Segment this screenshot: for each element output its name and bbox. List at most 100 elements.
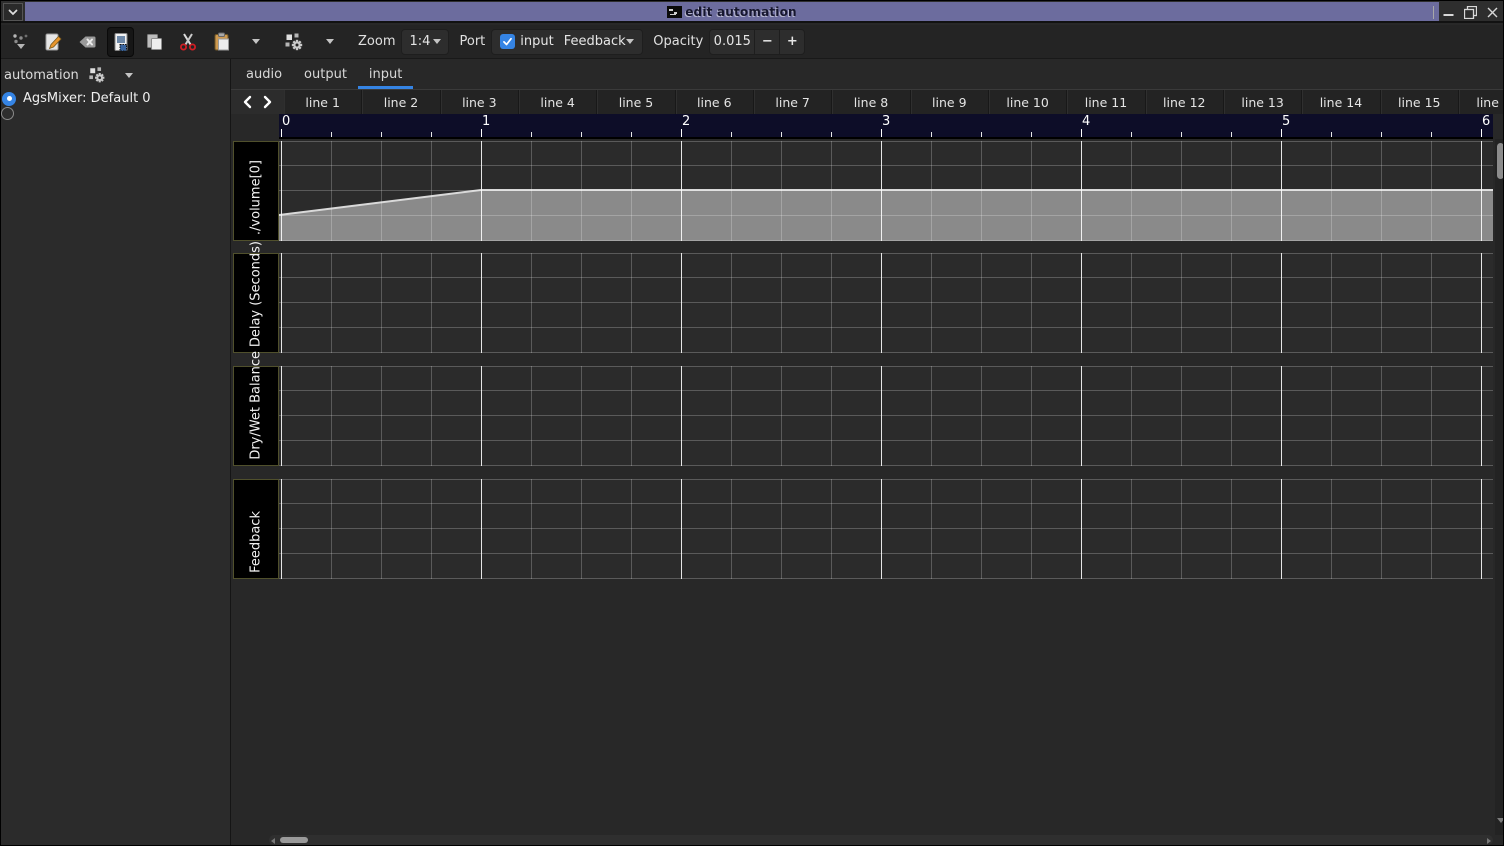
opacity-increase-button[interactable]: + bbox=[779, 30, 804, 54]
row-label-delay: Delay (Seconds) bbox=[233, 253, 279, 353]
maximize-button[interactable] bbox=[1463, 5, 1478, 20]
row-label-text: Delay (Seconds) bbox=[249, 241, 264, 347]
automation-row: Dry/Wet Balance bbox=[233, 366, 1493, 466]
tab-audio[interactable]: audio bbox=[235, 59, 293, 89]
line-header[interactable]: line 2 bbox=[362, 90, 440, 114]
machine-selector-icon[interactable] bbox=[88, 66, 106, 84]
automation-grid-volume[interactable] bbox=[279, 141, 1493, 241]
cut-tool-button[interactable] bbox=[176, 28, 200, 56]
machine-selector-dropdown[interactable] bbox=[125, 73, 133, 78]
eraser-icon bbox=[77, 32, 97, 52]
line-header[interactable]: line 13 bbox=[1224, 90, 1302, 114]
row-label-drywet: Dry/Wet Balance bbox=[233, 366, 279, 466]
line-header[interactable]: line 14 bbox=[1302, 90, 1380, 114]
paste-tool-button[interactable] bbox=[210, 28, 234, 56]
app-icon bbox=[667, 6, 682, 18]
pencil-edit-icon bbox=[43, 32, 63, 52]
line-header-label: line 8 bbox=[854, 95, 889, 110]
opacity-value[interactable]: 0.015 bbox=[710, 30, 754, 54]
select-tool-button[interactable] bbox=[107, 27, 134, 57]
scroll-left-arrow-icon[interactable] bbox=[271, 838, 275, 844]
line-header[interactable]: line 4 bbox=[519, 90, 597, 114]
tab-output[interactable]: output bbox=[293, 59, 358, 89]
vertical-scrollbar[interactable] bbox=[1495, 139, 1504, 835]
line-header[interactable]: line 7 bbox=[754, 90, 832, 114]
port-select[interactable]: input Feedback bbox=[491, 29, 643, 55]
line-header[interactable]: line 3 bbox=[441, 90, 519, 114]
line-header[interactable]: line 11 bbox=[1067, 90, 1145, 114]
machine-radio-row[interactable] bbox=[1, 106, 230, 121]
close-icon bbox=[1487, 7, 1498, 18]
zoom-label: Zoom bbox=[358, 34, 395, 49]
paste-options-dropdown[interactable] bbox=[244, 28, 268, 56]
close-button[interactable] bbox=[1485, 5, 1500, 20]
automation-title: automation bbox=[4, 68, 79, 83]
check-icon bbox=[502, 36, 513, 47]
window-controls bbox=[1433, 2, 1503, 22]
window-menu-button[interactable] bbox=[3, 3, 23, 21]
edit-tool-button[interactable] bbox=[41, 28, 65, 56]
scroll-right-arrow-icon[interactable] bbox=[1487, 838, 1491, 844]
line-header-label: line 6 bbox=[697, 95, 732, 110]
tab-input[interactable]: input bbox=[358, 59, 413, 89]
position-tool-button[interactable] bbox=[9, 28, 33, 56]
automation-grid-drywet[interactable] bbox=[279, 366, 1493, 466]
row-label-text: ./volume[0] bbox=[249, 160, 264, 235]
minimize-button[interactable] bbox=[1441, 5, 1456, 20]
zoom-select[interactable]: 1:4 bbox=[401, 29, 449, 55]
clear-tool-button[interactable] bbox=[75, 28, 99, 56]
chevron-down-icon bbox=[433, 39, 441, 44]
line-nav bbox=[231, 90, 284, 114]
titlebar-separator bbox=[1433, 6, 1434, 19]
ruler-mark: 6 bbox=[1482, 114, 1490, 129]
chevron-down-icon bbox=[252, 39, 260, 44]
titlebar-strip[interactable]: edit automation bbox=[25, 2, 1439, 21]
time-ruler: 0 1 2 3 4 5 6 bbox=[279, 114, 1493, 139]
sidebar: automation AgsMixer: Default 0 bbox=[1, 59, 231, 846]
horizontal-scrollbar-thumb[interactable] bbox=[280, 837, 308, 843]
opacity-decrease-button[interactable]: − bbox=[754, 30, 779, 54]
copy-tool-button[interactable] bbox=[142, 28, 166, 56]
automation-grid-feedback[interactable] bbox=[279, 479, 1493, 579]
line-header[interactable]: line 8 bbox=[832, 90, 910, 114]
tool-popup-dropdown[interactable] bbox=[318, 28, 342, 56]
gridlines bbox=[279, 253, 1493, 353]
ruler-mark: 3 bbox=[882, 114, 890, 129]
ruler-mark: 5 bbox=[1282, 114, 1290, 129]
line-header[interactable]: line 16 bbox=[1459, 90, 1504, 114]
radio-selected-icon[interactable] bbox=[2, 92, 16, 106]
vertical-scrollbar-thumb[interactable] bbox=[1497, 143, 1504, 179]
line-header-label: line 10 bbox=[1006, 95, 1048, 110]
gridlines bbox=[279, 141, 1493, 241]
machine-radio-row[interactable]: AgsMixer: Default 0 bbox=[1, 91, 230, 106]
line-header-label: line 1 bbox=[305, 95, 340, 110]
port-scope: input bbox=[520, 34, 553, 49]
ruler-mark: 4 bbox=[1082, 114, 1090, 129]
scroll-down-arrow-icon[interactable] bbox=[1497, 818, 1504, 823]
line-header[interactable]: line 6 bbox=[676, 90, 754, 114]
tool-popup-button[interactable] bbox=[282, 28, 306, 56]
line-header-label: line 13 bbox=[1241, 95, 1283, 110]
chevron-left-icon[interactable] bbox=[241, 95, 253, 109]
edit-automation-window: edit automation bbox=[0, 0, 1504, 846]
ruler-mark: 1 bbox=[482, 114, 490, 129]
machine-tools-icon bbox=[284, 32, 304, 52]
radio-unselected-icon[interactable] bbox=[1, 107, 14, 120]
clipboard-paste-icon bbox=[212, 32, 232, 52]
line-header[interactable]: line 10 bbox=[989, 90, 1067, 114]
horizontal-scrollbar[interactable] bbox=[269, 835, 1493, 845]
line-header[interactable]: line 9 bbox=[911, 90, 989, 114]
line-header[interactable]: line 15 bbox=[1381, 90, 1459, 114]
line-header[interactable]: line 5 bbox=[597, 90, 675, 114]
line-header-label: line 5 bbox=[619, 95, 654, 110]
position-cursor-icon bbox=[11, 32, 31, 52]
chevron-right-icon[interactable] bbox=[262, 95, 274, 109]
line-header[interactable]: line 12 bbox=[1146, 90, 1224, 114]
port-checkbox[interactable] bbox=[500, 34, 515, 49]
select-region-icon bbox=[111, 32, 131, 52]
line-header-label: line 16 bbox=[1476, 95, 1504, 110]
line-header[interactable]: line 1 bbox=[284, 90, 362, 114]
zoom-value: 1:4 bbox=[409, 34, 430, 49]
port-label: Port bbox=[459, 34, 485, 49]
automation-grid-delay[interactable] bbox=[279, 253, 1493, 353]
